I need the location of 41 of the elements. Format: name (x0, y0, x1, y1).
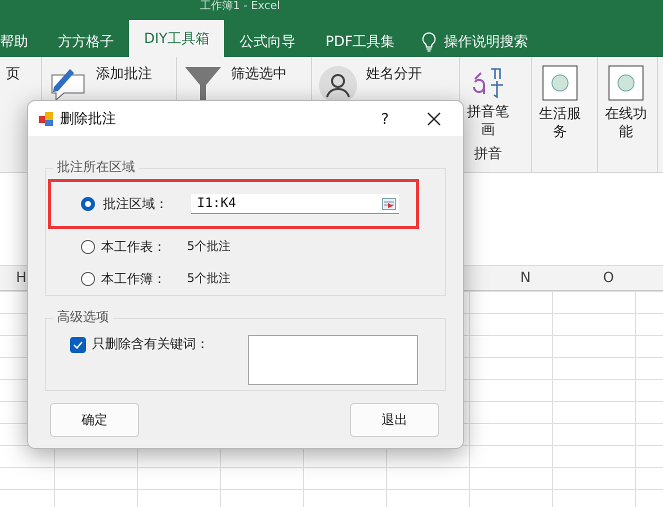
check-icon (73, 341, 83, 349)
ribbon-button[interactable]: 生活服务 (538, 105, 582, 141)
radio-button[interactable] (81, 240, 95, 254)
group-label: 拼音 (474, 145, 502, 163)
ribbon-button[interactable]: 添加批注 (96, 65, 152, 83)
close-icon[interactable] (427, 112, 441, 126)
column-header[interactable]: O (567, 266, 650, 290)
comment-count: 5个批注 (187, 270, 231, 287)
radio-button[interactable] (81, 197, 95, 211)
ok-button[interactable]: 确定 (50, 403, 139, 437)
column-header[interactable]: N (484, 266, 567, 290)
ribbon-tab[interactable]: 公式向导 (224, 27, 310, 57)
ribbon-button[interactable]: 拼音笔画 (466, 103, 510, 139)
ribbon-button[interactable]: 筛选选中 (231, 65, 287, 83)
ribbon-button[interactable]: 在线功能 (604, 105, 648, 141)
option-label: 批注区域： (103, 196, 169, 213)
window-title: 工作簿1 - Excel (200, 0, 280, 12)
option-label: 本工作表： (101, 238, 167, 256)
ribbon-button[interactable]: 姓名分开 (366, 65, 422, 83)
range-field[interactable]: I1:K4 (191, 194, 399, 214)
option-label: 本工作簿： (101, 270, 167, 288)
ribbon-button[interactable]: 页 (6, 65, 20, 164)
dialog-title: 删除批注 (60, 110, 117, 128)
range-picker-icon (382, 198, 396, 210)
group-title: 批注所在区域 (53, 158, 139, 176)
tell-me-search[interactable]: 操作说明搜索 (410, 27, 528, 57)
ribbon-tab[interactable]: 方方格子 (43, 27, 129, 57)
comment-count: 5个批注 (187, 238, 231, 255)
help-button[interactable]: ? (381, 110, 389, 128)
checkbox[interactable] (70, 337, 86, 353)
exit-button[interactable]: 退出 (350, 403, 439, 437)
ribbon-tab[interactable]: DIY工具箱 (129, 20, 224, 57)
ribbon-tab[interactable]: 帮助 (0, 27, 43, 57)
lightbulb-icon (422, 32, 436, 52)
app-icon (38, 110, 54, 126)
checkbox-label: 只删除含有关键词： (92, 336, 210, 354)
keyword-field[interactable] (248, 335, 418, 385)
radio-button[interactable] (81, 272, 95, 286)
group-title: 高级选项 (53, 308, 113, 326)
pinyin-icon (471, 65, 505, 99)
ribbon-tab[interactable]: PDF工具集 (310, 27, 410, 57)
